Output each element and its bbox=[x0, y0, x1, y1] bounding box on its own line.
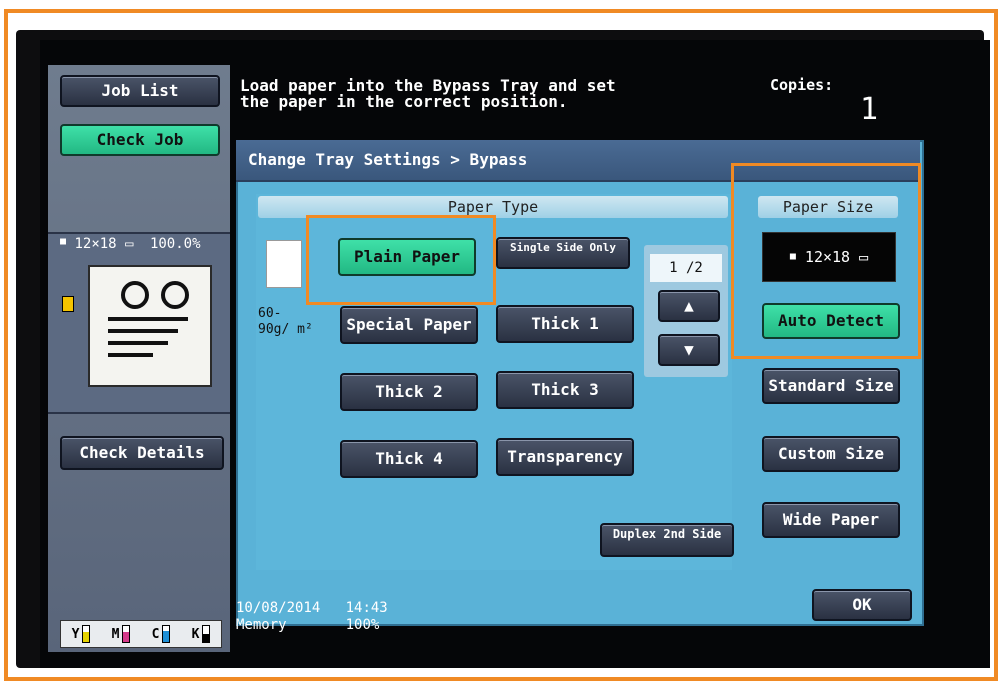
wide-paper-button[interactable]: Wide Paper bbox=[762, 502, 900, 538]
instruction-message: Load paper into the Bypass Tray and set … bbox=[240, 76, 616, 111]
toner-levels: Y M C K bbox=[60, 620, 222, 648]
tray-icon bbox=[62, 296, 74, 312]
thick-3-button[interactable]: Thick 3 bbox=[496, 371, 634, 409]
copies-label: Copies: bbox=[770, 76, 834, 94]
toner-c: C bbox=[152, 625, 171, 643]
status-date: 10/08/2014 bbox=[236, 600, 321, 616]
status-time: 14:43 bbox=[345, 600, 388, 616]
toner-m: M bbox=[112, 625, 131, 643]
dialog-title-bar: Change Tray Settings > Bypass bbox=[236, 140, 920, 182]
duplex-2nd-side-button[interactable]: Duplex 2nd Side bbox=[600, 523, 734, 557]
toner-y: Y bbox=[72, 625, 91, 643]
standard-size-button[interactable]: Standard Size bbox=[762, 368, 900, 404]
toner-k-bar bbox=[202, 625, 211, 643]
toner-k-fill bbox=[203, 634, 210, 642]
arrow-up-icon: ▲ bbox=[684, 296, 694, 315]
arrow-down-icon: ▼ bbox=[684, 340, 694, 359]
toner-c-bar bbox=[162, 625, 171, 643]
preview-zoom: 100.0% bbox=[149, 236, 201, 252]
paper-sheet-icon bbox=[266, 240, 302, 288]
status-bar: 10/08/2014 14:43 Memory 100% bbox=[236, 600, 388, 634]
thick-2-button[interactable]: Thick 2 bbox=[340, 373, 478, 411]
status-memory-value: 100% bbox=[345, 617, 380, 633]
toner-c-fill bbox=[163, 630, 170, 642]
toner-k: K bbox=[192, 625, 211, 643]
orientation-icon: ▭ bbox=[125, 236, 134, 252]
plain-paper-button[interactable]: Plain Paper bbox=[338, 238, 476, 276]
check-details-button[interactable]: Check Details bbox=[60, 436, 224, 470]
preview-info: ■ 12×18 ▭ 100.0% bbox=[60, 236, 201, 252]
paper-marker-icon: ■ bbox=[789, 251, 796, 262]
page-indicator: 1 /2 bbox=[650, 254, 722, 282]
paper-size-value: 12×18 bbox=[804, 248, 851, 266]
paper-size-display: ■ 12×18 ▭ bbox=[762, 232, 896, 282]
ok-button[interactable]: OK bbox=[812, 589, 912, 621]
job-list-button[interactable]: Job List bbox=[60, 75, 220, 107]
paper-weight-label: 60- 90g/ m² bbox=[258, 306, 313, 337]
paper-size-header: Paper Size bbox=[758, 196, 898, 218]
auto-detect-button[interactable]: Auto Detect bbox=[762, 303, 900, 339]
preview-thumbnail-drawing bbox=[108, 281, 189, 357]
check-job-button[interactable]: Check Job bbox=[60, 124, 220, 156]
thick-1-button[interactable]: Thick 1 bbox=[496, 305, 634, 343]
paper-marker-icon: ■ bbox=[60, 236, 67, 247]
paper-type-header: Paper Type bbox=[258, 196, 728, 218]
toner-y-bar bbox=[82, 625, 91, 643]
page-down-button[interactable]: ▼ bbox=[658, 334, 720, 366]
dialog-title: Change Tray Settings > Bypass bbox=[248, 150, 528, 169]
toner-m-bar bbox=[122, 625, 131, 643]
orientation-icon: ▭ bbox=[859, 248, 869, 266]
preview-paper-size: 12×18 bbox=[74, 236, 117, 252]
transparency-button[interactable]: Transparency bbox=[496, 438, 634, 476]
thick-4-button[interactable]: Thick 4 bbox=[340, 440, 478, 478]
special-paper-button[interactable]: Special Paper bbox=[340, 306, 478, 344]
preview-thumbnail bbox=[88, 265, 212, 387]
toner-y-fill bbox=[83, 632, 90, 642]
page-up-button[interactable]: ▲ bbox=[658, 290, 720, 322]
toner-m-fill bbox=[123, 632, 130, 642]
copies-value: 1 bbox=[860, 92, 879, 127]
custom-size-button[interactable]: Custom Size bbox=[762, 436, 900, 472]
single-side-only-button[interactable]: Single Side Only bbox=[496, 237, 630, 269]
status-memory-label: Memory bbox=[236, 617, 287, 633]
